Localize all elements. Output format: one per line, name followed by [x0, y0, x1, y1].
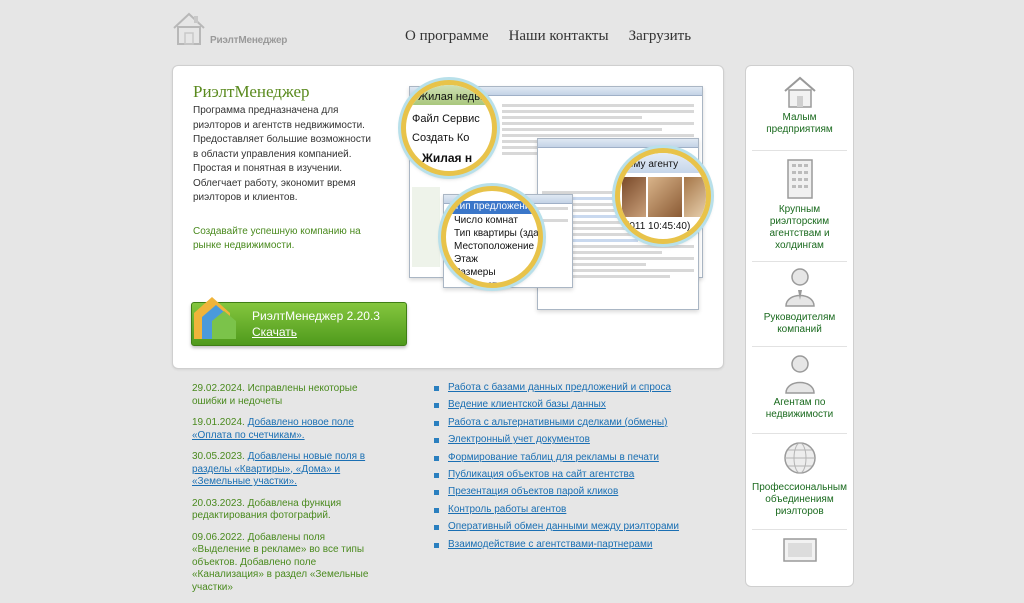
sidebar-item-more[interactable] [746, 536, 853, 568]
property-photo-3 [684, 177, 706, 217]
globe-icon [783, 442, 816, 474]
app-screenshot: Жилая недви Файл Сервис Создать Ко Жилая… [401, 80, 711, 310]
feature-item: Работа с базами данных предложений и спр… [434, 382, 679, 399]
main-nav: О программе Наши контакты Загрузить [405, 28, 691, 45]
feature-link[interactable]: Контроль работы агентов [448, 504, 566, 515]
feature-link[interactable]: Электронный учет документов [448, 434, 590, 445]
feature-link[interactable]: Работа с альтернативными сделками (обмен… [448, 417, 667, 428]
lens-field-1: Тип предложения [454, 201, 536, 212]
nav-contacts[interactable]: Наши контакты [509, 28, 609, 45]
hero-description: Программа предназначена для риэлторов и … [193, 105, 371, 203]
feature-item: Взаимодействие с агентствами-партнерами [434, 539, 679, 556]
sidebar-item-agents[interactable]: Агентам по недвижимости [746, 353, 853, 421]
download-version: РиэлтМенеджер 2.20.3 [252, 309, 380, 323]
lens-field-3: Тип квартиры (зда [454, 228, 539, 239]
hero-title: РиэлтМенеджер [193, 82, 310, 101]
feature-link[interactable]: Формирование таблиц для рекламы в печати [448, 452, 659, 463]
feature-link[interactable]: Публикация объектов на сайт агентства [448, 469, 634, 480]
feature-link[interactable]: Презентация объектов парой кликов [448, 486, 618, 497]
sidebar-divider [752, 433, 847, 434]
house-outline-icon [173, 12, 205, 45]
news-date: 30.05.2023. [192, 451, 245, 462]
building-icon [786, 159, 813, 199]
news-date: 09.06.2022. [192, 531, 245, 543]
manager-icon [784, 268, 815, 307]
property-photo-1 [622, 177, 646, 217]
news-date: 29.02.2024. [192, 383, 245, 394]
nav-about[interactable]: О программе [405, 28, 489, 45]
magnifier-photos: ому агенту (011 10:45:40) [615, 148, 711, 244]
sidebar-item-associations[interactable]: Профессиональным объединениям риэлторов [746, 440, 853, 518]
lens-field-5: Этаж [454, 254, 478, 265]
news-list: 29.02.2024. Исправлены некоторые ошибки … [192, 383, 382, 603]
sidebar-item-managers[interactable]: Руководителям компаний [746, 266, 853, 336]
news-date: 19.01.2024. [192, 417, 245, 428]
lens-field-2: Число комнат [454, 215, 518, 226]
lens-photo-title: ому агенту [628, 159, 679, 170]
magnifier-fields: Тип предложения Число комнат Тип квартир… [441, 186, 543, 288]
audience-sidebar: Малым предприятиям Крупным риэлторским а… [745, 65, 854, 587]
feature-item: Оперативный обмен данными между риэлтора… [434, 521, 679, 538]
feature-link[interactable]: Ведение клиентской базы данных [448, 399, 606, 410]
property-photo-2 [648, 177, 682, 217]
feature-item: Работа с альтернативными сделками (обмен… [434, 417, 679, 434]
hero-panel: РиэлтМенеджер Программа предназначена дл… [172, 65, 724, 369]
news-date: 20.03.2023. [192, 497, 245, 509]
features-list: Работа с базами данных предложений и спр… [434, 382, 679, 556]
magnifier-menu: Жилая недви Файл Сервис Создать Ко Жилая… [401, 80, 497, 176]
sidebar-divider [752, 529, 847, 530]
feature-link[interactable]: Оперативный обмен данными между риэлтора… [448, 521, 679, 532]
lens-field-4: Местоположение [454, 241, 535, 252]
feature-item: Формирование таблиц для рекламы в печати [434, 452, 679, 469]
sidebar-item-agencies[interactable]: Крупным риэлторским агентствам и холдинг… [746, 158, 853, 252]
logo-text: РиэлтМенеджер [210, 35, 288, 46]
feature-item: Презентация объектов парой кликов [434, 486, 679, 503]
news-item: 30.05.2023. Добавлены новые поля в разде… [192, 451, 382, 489]
feature-item: Контроль работы агентов [434, 504, 679, 521]
download-button[interactable]: РиэлтМенеджер 2.20.3 Скачать [191, 297, 407, 346]
lens-toolbar: Создать Ко [412, 132, 470, 144]
news-item: 20.03.2023. Добавлена функция редактиров… [192, 498, 382, 523]
download-link[interactable]: Скачать [252, 325, 297, 339]
site-logo[interactable]: РиэлтМенеджер [172, 10, 292, 48]
sidebar-item-label: Крупным риэлторским агентствам и холдинг… [769, 204, 830, 251]
feature-item: Электронный учет документов [434, 434, 679, 451]
feature-item: Публикация объектов на сайт агентства [434, 469, 679, 486]
news-item: 19.01.2024. Добавлено новое поле «Оплата… [192, 417, 382, 442]
lens-window-title: Жилая недви [418, 91, 487, 103]
lens-timestamp: (011 10:45:40) [626, 221, 691, 232]
lens-heading: Жилая н [422, 151, 473, 165]
sidebar-item-label: Руководителям компаний [763, 312, 836, 335]
lens-menu: Файл Сервис [412, 113, 480, 125]
sidebar-divider [752, 150, 847, 151]
feature-link[interactable]: Работа с базами данных предложений и спр… [448, 382, 671, 393]
sidebar-item-small-business[interactable]: Малым предприятиям [746, 74, 853, 136]
feature-item: Ведение клиентской базы данных [434, 399, 679, 416]
hero-slogan: Создавайте успешную компанию на рынке не… [193, 226, 361, 251]
house-stack-icon [194, 297, 236, 339]
sidebar-divider [752, 346, 847, 347]
monitor-icon [782, 538, 817, 562]
house-icon [783, 76, 816, 108]
sidebar-divider [752, 261, 847, 262]
sidebar-item-label: Агентам по недвижимости [765, 397, 834, 420]
sidebar-item-label: Малым предприятиям [766, 112, 833, 135]
news-item: 29.02.2024. Исправлены некоторые ошибки … [192, 383, 382, 408]
news-item: 09.06.2022. Добавлены поля «Выделение в … [192, 532, 382, 595]
feature-link[interactable]: Взаимодействие с агентствами-партнерами [448, 539, 652, 550]
sidebar-item-label: Профессиональным объединениям риэлторов [752, 482, 847, 517]
lens-field-6: Размеры [454, 267, 496, 278]
agent-icon [784, 355, 815, 394]
nav-download[interactable]: Загрузить [629, 28, 691, 45]
